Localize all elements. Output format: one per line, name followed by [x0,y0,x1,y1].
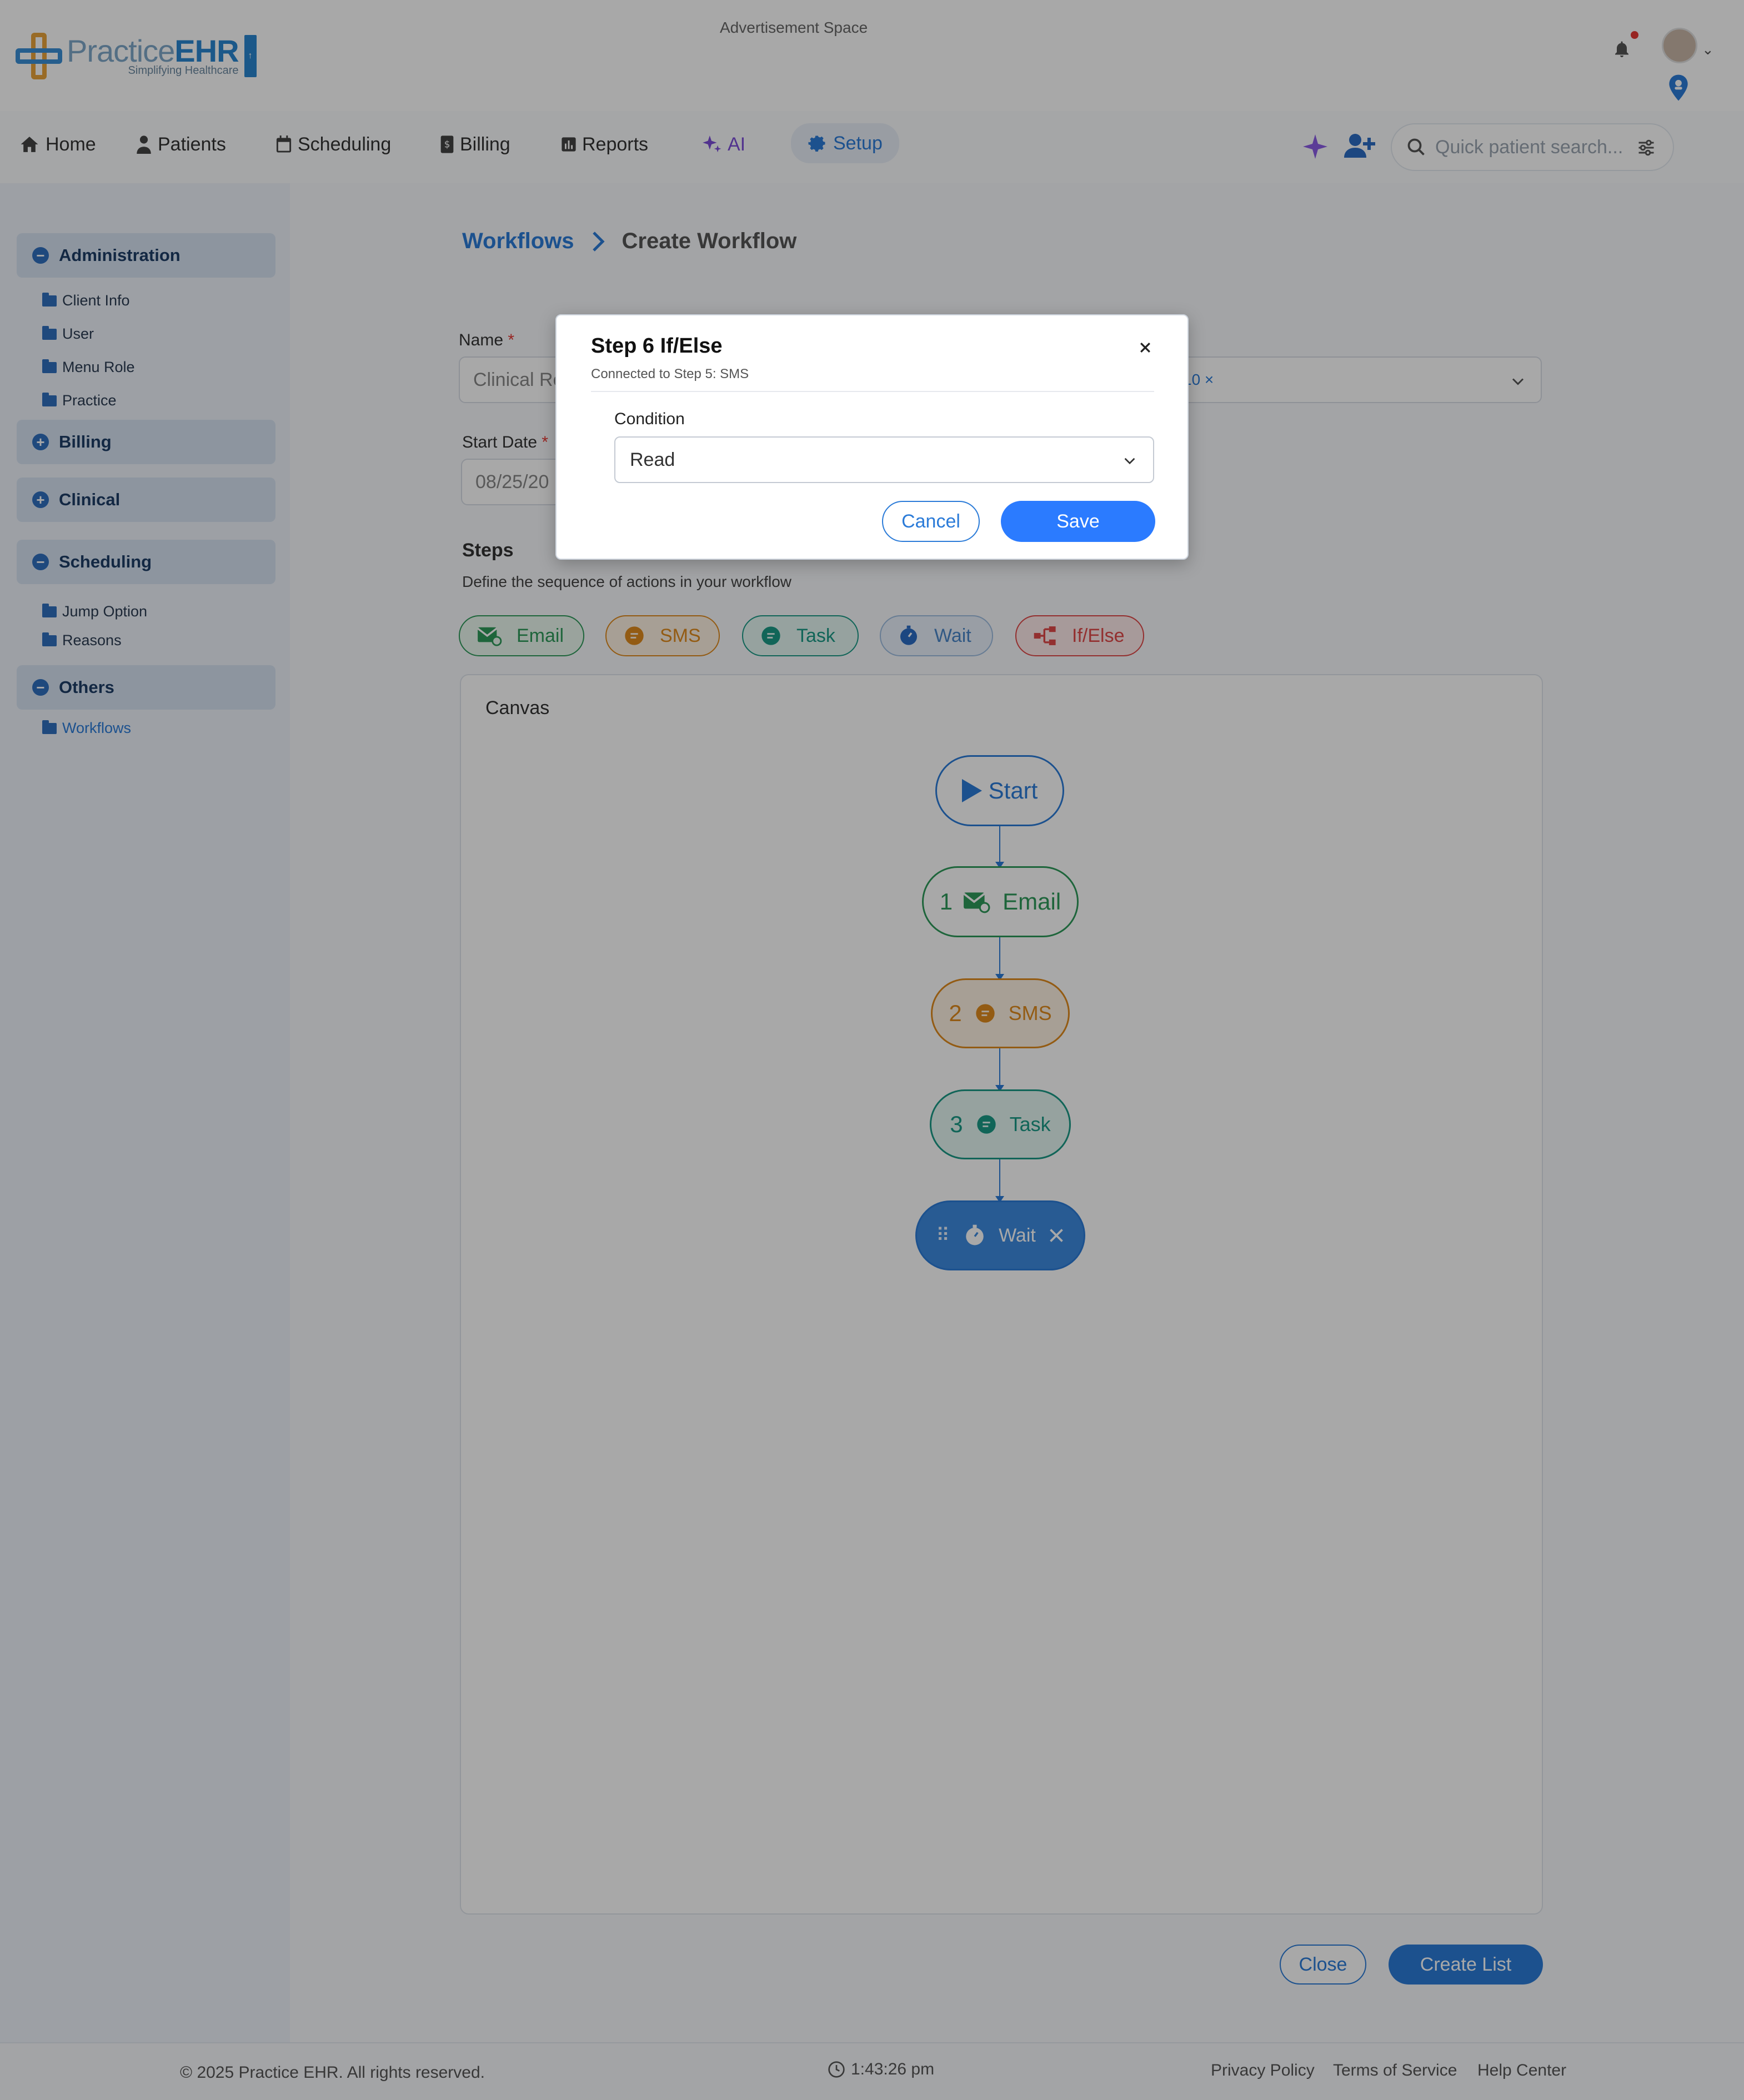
dialog-divider [591,391,1154,392]
dialog-subtitle: Connected to Step 5: SMS [591,366,749,381]
chevron-down-icon [1124,458,1135,465]
condition-select[interactable]: Read [614,436,1154,483]
close-icon[interactable] [1134,336,1156,359]
dialog-title: Step 6 If/Else [591,334,723,358]
save-button[interactable]: Save [1001,501,1155,542]
if-else-step-dialog: Step 6 If/Else Connected to Step 5: SMS … [555,314,1189,560]
condition-value: Read [630,449,675,470]
cancel-button[interactable]: Cancel [882,501,980,542]
condition-label: Condition [614,410,685,428]
